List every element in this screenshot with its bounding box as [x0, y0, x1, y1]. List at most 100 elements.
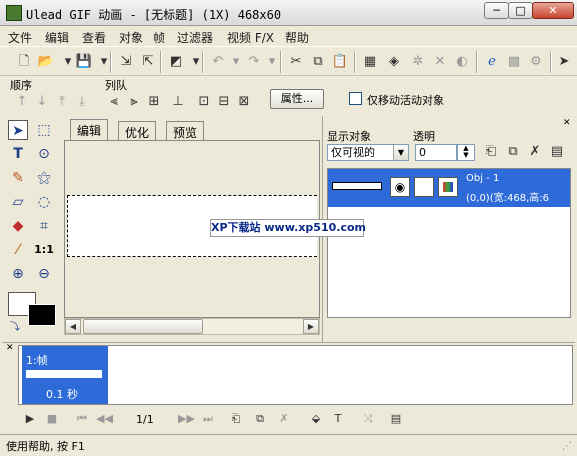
stop-icon[interactable]: ■ [44, 411, 60, 427]
menu-object[interactable]: 对象 [119, 29, 143, 46]
title-bar[interactable]: Ulead GIF 动画 - [无标题] (1X) 468x60 ─ □ ✕ [0, 0, 577, 26]
browser-preview-icon[interactable]: ℯ [482, 52, 502, 72]
menu-help[interactable]: 帮助 [285, 29, 309, 46]
display-objects-select[interactable]: 仅可视的 ▼ [327, 144, 409, 161]
export-icon[interactable]: ⇱ [138, 52, 158, 72]
cut-icon[interactable]: ✂ [286, 52, 306, 72]
lock-toggle[interactable] [414, 177, 434, 197]
frame-properties-icon[interactable]: ▦ [360, 52, 380, 72]
paintbrush-tool-icon[interactable]: ✎ [8, 168, 28, 188]
transform-icon[interactable]: ✕ [430, 52, 450, 72]
frame-panel-close-icon[interactable]: ✕ [6, 343, 14, 353]
undo-icon[interactable]: ↶ [208, 52, 228, 72]
play-icon[interactable]: ▶ [22, 411, 38, 427]
send-to-back-icon[interactable]: ⤓ [72, 92, 92, 112]
delete-frame-icon[interactable]: ✗ [276, 411, 292, 427]
paste-icon[interactable]: 📋 [330, 52, 350, 72]
menu-edit[interactable]: 编辑 [45, 29, 69, 46]
import-icon[interactable]: ⇲ [116, 52, 136, 72]
frame-thumbnail[interactable]: 1:帧 0.1 秒 [22, 346, 108, 404]
tab-preview[interactable]: 预览 [166, 121, 205, 140]
center-vertical-icon[interactable]: ⊠ [234, 92, 254, 112]
scroll-thumb[interactable] [83, 319, 203, 334]
transparency-stepper[interactable]: ▲ ▼ [457, 144, 475, 161]
frame-strip[interactable]: 1:帧 0.1 秒 [18, 345, 573, 405]
actual-size-icon[interactable]: 1:1 [34, 240, 54, 260]
rotate-tool-icon[interactable]: ⊙ [34, 144, 54, 164]
transparency-field[interactable]: 0 [415, 144, 457, 161]
delete-object-icon[interactable]: ✗ [525, 142, 545, 162]
object-list[interactable]: ◉ Obj - 1 (0,0)(宽:468,高:6 [327, 168, 571, 318]
optimize-icon[interactable]: ◈ [384, 52, 404, 72]
eye-icon[interactable]: ◉ [390, 177, 410, 197]
align-right-icon[interactable]: ⊞ [144, 92, 164, 112]
object-properties-icon[interactable]: ▤ [547, 142, 567, 162]
distribute-icon[interactable]: ⊡ [194, 92, 214, 112]
redo-dropdown-icon[interactable]: ▾ [262, 52, 282, 72]
move-active-only-checkbox[interactable] [349, 92, 362, 105]
align-left-icon[interactable]: ⫷ [104, 92, 124, 112]
marquee-tool-icon[interactable]: ⬚ [34, 120, 54, 140]
new-file-icon[interactable]: 🗋 [14, 52, 34, 72]
undo-dropdown-icon[interactable]: ▾ [226, 52, 246, 72]
send-backward-icon[interactable]: ⤒ [52, 92, 72, 112]
color-icon[interactable] [438, 177, 458, 197]
center-horizontal-icon[interactable]: ⊟ [214, 92, 234, 112]
tab-edit[interactable]: 编辑 [70, 119, 109, 141]
magic-wand-tool-icon[interactable]: ⚝ [34, 168, 54, 188]
disabled-tool-icon[interactable]: ▩ [504, 52, 524, 72]
pick-tool-icon[interactable]: ➤ [8, 120, 28, 140]
color-palette-icon[interactable]: ◩ [166, 52, 186, 72]
zoom-in-icon[interactable]: ⊕ [8, 264, 28, 284]
align-bottom-icon[interactable]: ⊥ [168, 92, 188, 112]
panel-close-icon[interactable]: ✕ [563, 118, 571, 128]
first-frame-icon[interactable]: ⏮ [74, 411, 90, 427]
tween-icon[interactable]: ⬙ [308, 411, 324, 427]
last-frame-icon[interactable]: ⏭ [200, 411, 216, 427]
bring-to-front-icon[interactable]: ↑ [12, 92, 32, 112]
scroll-left-icon[interactable]: ◀ [65, 319, 81, 334]
frame-properties-icon[interactable]: ▤ [388, 411, 404, 427]
canvas-horizontal-scrollbar[interactable]: ◀ ▶ [64, 318, 320, 335]
reverse-frames-icon[interactable]: ⤨ [360, 411, 376, 427]
align-center-icon[interactable]: ⫸ [124, 92, 144, 112]
scroll-right-icon[interactable]: ▶ [303, 319, 319, 334]
duplicate-frame-icon[interactable]: ⧉ [252, 411, 268, 427]
menu-file[interactable]: 文件 [8, 29, 32, 46]
crop-tool-icon[interactable]: ⌗ [34, 216, 54, 236]
background-color-swatch[interactable] [28, 304, 56, 326]
tab-optimize[interactable]: 优化 [118, 121, 157, 140]
bring-forward-icon[interactable]: ↓ [32, 92, 52, 112]
copy-icon[interactable]: ⧉ [308, 52, 328, 72]
save-icon[interactable]: 💾 [74, 52, 94, 72]
properties-button[interactable]: 属性... [270, 89, 324, 109]
zoom-out-icon[interactable]: ⊖ [34, 264, 54, 284]
text-tool-icon[interactable]: T [8, 144, 28, 164]
next-frame-icon[interactable]: ▶▶ [178, 411, 195, 427]
redo-icon[interactable]: ↷ [244, 52, 264, 72]
swap-colors-icon[interactable]: ⤵ [10, 318, 20, 333]
effect-icon[interactable]: ◐ [452, 52, 472, 72]
menu-video-fx[interactable]: 视频 F/X [227, 29, 274, 46]
maximize-button[interactable]: □ [508, 2, 533, 19]
lasso-tool-icon[interactable]: ◌ [34, 192, 54, 212]
new-object-icon[interactable]: ⎗ [481, 142, 501, 162]
settings-icon[interactable]: ⚙ [526, 52, 546, 72]
fill-tool-icon[interactable]: ◆ [8, 216, 28, 236]
eraser-tool-icon[interactable]: ▱ [8, 192, 28, 212]
duplicate-object-icon[interactable]: ⧉ [503, 142, 523, 162]
menu-filter[interactable]: 过滤器 [177, 29, 213, 46]
banner-text-icon[interactable]: T [330, 411, 346, 427]
menu-frame[interactable]: 帧 [153, 29, 165, 46]
object-row[interactable]: ◉ Obj - 1 (0,0)(宽:468,高:6 [328, 169, 570, 207]
open-folder-icon[interactable]: 📂 [36, 52, 56, 72]
previous-frame-icon[interactable]: ◀◀ [96, 411, 113, 427]
resize-grip-icon[interactable]: ⋰ [562, 441, 572, 452]
chevron-down-icon[interactable]: ▼ [393, 145, 408, 160]
close-button[interactable]: ✕ [532, 2, 574, 19]
eyedropper-tool-icon[interactable]: ⁄ [8, 240, 28, 260]
help-cursor-icon[interactable]: ➤ [554, 52, 574, 72]
minimize-button[interactable]: ─ [484, 2, 509, 19]
filter-icon[interactable]: ✲ [408, 52, 428, 72]
menu-view[interactable]: 查看 [82, 29, 106, 46]
